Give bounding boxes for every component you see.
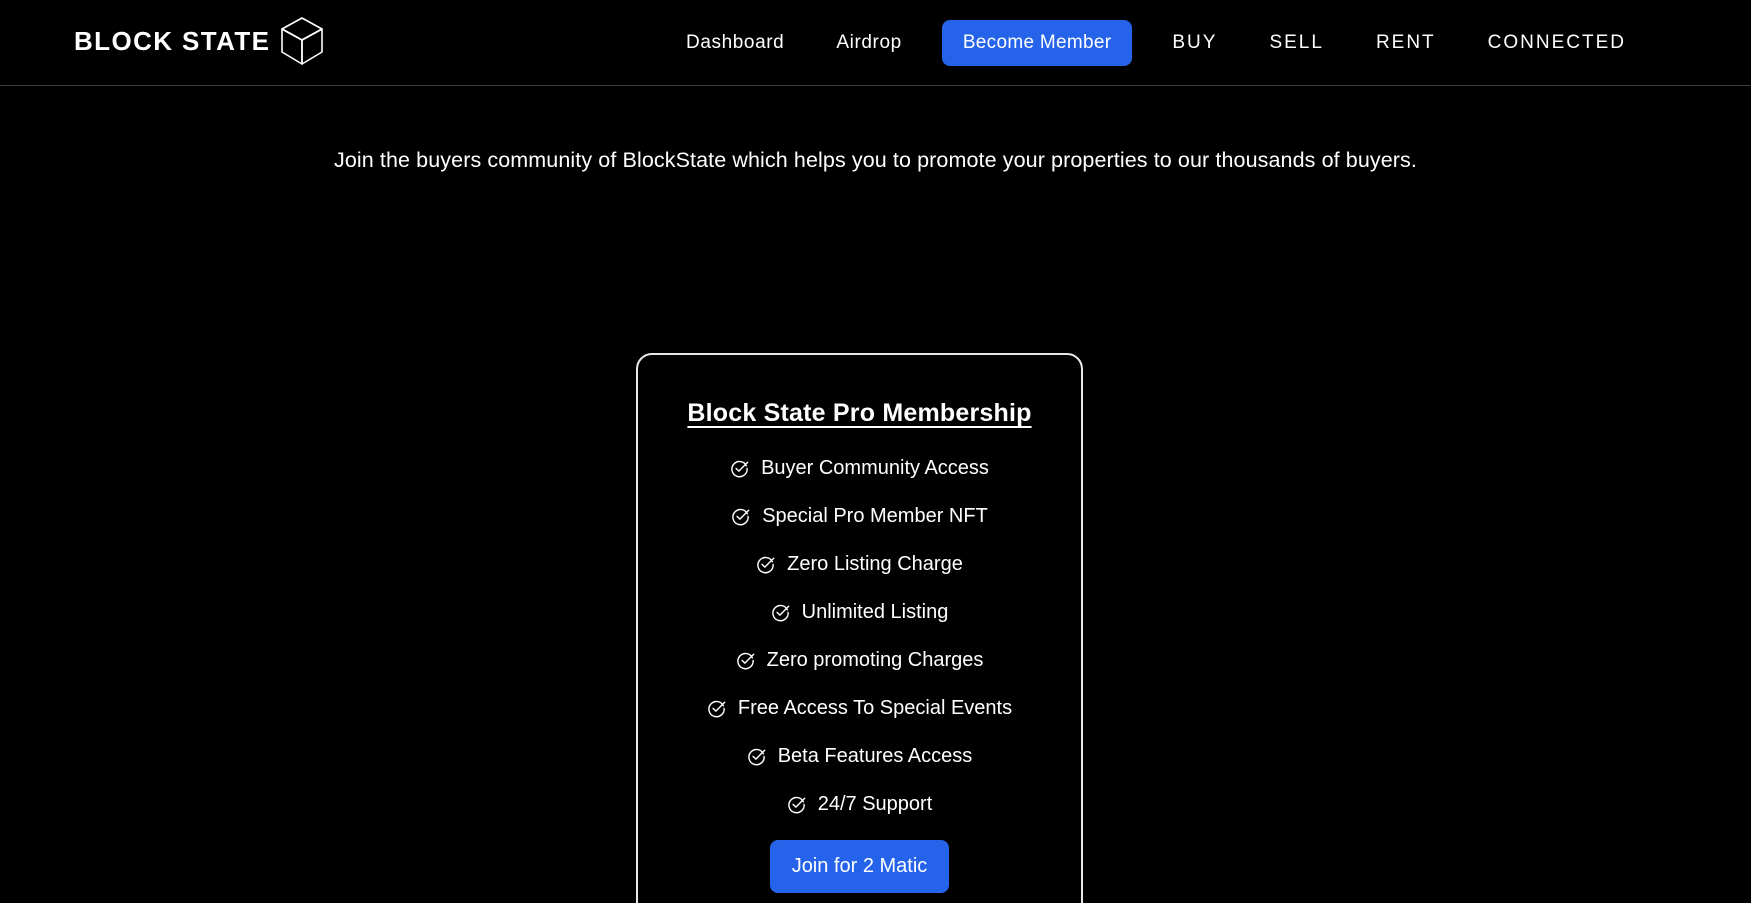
feature-item-label: Free Access To Special Events [737, 696, 1013, 719]
main-nav: Dashboard Airdrop Become Member BUY SELL… [660, 0, 1652, 86]
feature-item-label: 24/7 Support [817, 792, 933, 815]
wallet-connect-status[interactable]: CONNECTED [1462, 32, 1652, 54]
feature-item: 24/7 Support [787, 780, 933, 828]
become-member-button[interactable]: Become Member [941, 20, 1133, 66]
logo-text: BLOCK STATE [74, 25, 271, 56]
check-circle-icon [730, 459, 749, 478]
check-circle-icon [731, 507, 750, 526]
membership-card: Block State Pro Membership Buyer Communi… [636, 353, 1083, 903]
main-content: Join the buyers community of BlockState … [0, 148, 1751, 903]
logo[interactable]: BLOCK STATE [74, 16, 325, 66]
feature-item: Free Access To Special Events [707, 684, 1012, 732]
feature-item-label: Zero Listing Charge [787, 552, 963, 575]
feature-item: Unlimited Listing [771, 588, 949, 636]
cube-icon [279, 16, 325, 66]
nav-item-airdrop[interactable]: Airdrop [810, 32, 927, 54]
nav-item-dashboard[interactable]: Dashboard [660, 32, 810, 54]
feature-item: Zero Listing Charge [756, 540, 963, 588]
site-header: BLOCK STATE Dashboard Airdrop Become Mem… [0, 0, 1751, 86]
join-membership-button[interactable]: Join for 2 Matic [769, 840, 950, 893]
feature-list: Buyer Community Access Special Pro Member… [638, 444, 1081, 828]
check-circle-icon [787, 795, 806, 814]
nav-item-buy[interactable]: BUY [1146, 32, 1243, 54]
feature-item: Buyer Community Access [730, 444, 989, 492]
feature-item: Special Pro Member NFT [731, 492, 988, 540]
check-circle-icon [756, 555, 775, 574]
membership-card-title: Block State Pro Membership [687, 399, 1032, 427]
feature-item-label: Special Pro Member NFT [762, 504, 988, 527]
feature-item-label: Beta Features Access [777, 744, 973, 767]
nav-item-rent[interactable]: RENT [1350, 32, 1462, 54]
feature-item: Zero promoting Charges [736, 636, 984, 684]
check-circle-icon [707, 699, 726, 718]
nav-item-sell[interactable]: SELL [1243, 32, 1349, 54]
check-circle-icon [771, 603, 790, 622]
feature-item-label: Buyer Community Access [761, 456, 989, 479]
feature-item-label: Unlimited Listing [801, 600, 949, 623]
check-circle-icon [736, 651, 755, 670]
check-circle-icon [747, 747, 766, 766]
feature-item: Beta Features Access [747, 732, 973, 780]
page-tagline: Join the buyers community of BlockState … [334, 148, 1417, 172]
feature-item-label: Zero promoting Charges [766, 648, 984, 671]
